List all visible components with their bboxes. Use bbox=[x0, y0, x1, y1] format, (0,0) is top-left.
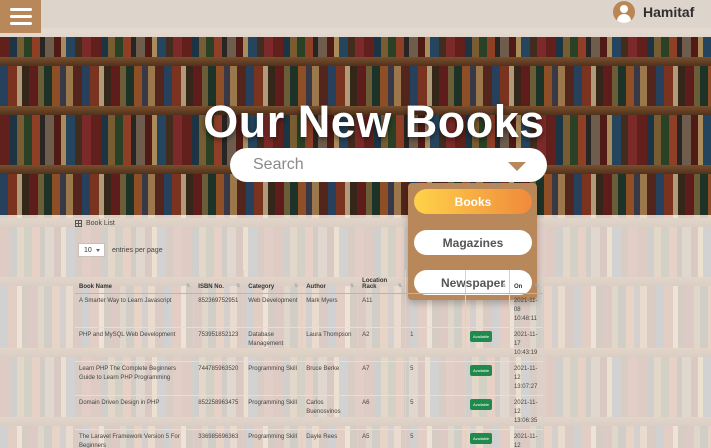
entries-per-page-select[interactable]: 10 bbox=[78, 243, 105, 257]
search-input[interactable]: Search bbox=[230, 148, 547, 182]
table-row[interactable]: A Smarter Way to Learn Javascript 8523697… bbox=[75, 293, 544, 328]
book-list-title: Book List bbox=[86, 220, 115, 227]
cell-date: 2021-11-17 10:43:19 bbox=[509, 327, 544, 362]
cell-rack: A7 bbox=[357, 361, 407, 396]
cell-author: Dayle Rees bbox=[301, 429, 359, 448]
cell-copies bbox=[405, 293, 466, 328]
cell-rack: A6 bbox=[357, 395, 407, 430]
user-avatar-icon bbox=[613, 1, 635, 23]
cell-author: Bruce Berke bbox=[301, 361, 359, 396]
column-isbn[interactable]: ISBN No. ⇅ bbox=[193, 270, 245, 294]
cell-rack: A11 bbox=[357, 293, 407, 328]
column-added-on[interactable]: On ⇅ bbox=[509, 270, 544, 294]
column-book-name[interactable]: Book Name ⇅ bbox=[75, 270, 195, 294]
search-placeholder: Search bbox=[253, 156, 304, 173]
cell-copies: 5 bbox=[405, 429, 466, 448]
cell-category: Programming Skill bbox=[243, 395, 303, 430]
cell-name: PHP and MySQL Web Development bbox=[75, 327, 195, 362]
cell-date: 2021-11-12 13:06:35 bbox=[509, 395, 544, 430]
cell-copies: 5 bbox=[405, 395, 466, 430]
cell-category: Web Development bbox=[243, 293, 303, 328]
dropdown-item-magazines[interactable]: Magazines bbox=[414, 230, 532, 255]
book-list-header: Book List bbox=[75, 220, 115, 227]
cell-category: Programming Skill bbox=[243, 429, 303, 448]
status-badge: Available bbox=[469, 432, 493, 444]
entries-label: entries per page bbox=[112, 246, 163, 254]
page-title: Our New Books bbox=[203, 96, 545, 147]
cell-rack: A2 bbox=[357, 327, 407, 362]
cell-author: Mark Myers bbox=[301, 293, 359, 328]
cell-isbn: 852369752951 bbox=[193, 293, 245, 328]
cell-date: 2021-11-08 10:48:11 bbox=[509, 293, 544, 328]
cell-date: 2021-11-12 13:07:27 bbox=[509, 361, 544, 396]
column-location-rack[interactable]: Location Rack ⇅ bbox=[357, 270, 407, 294]
cell-author: Laura Thompson bbox=[301, 327, 359, 362]
cell-author: Carlos Buenosvinos bbox=[301, 395, 359, 430]
column-author[interactable]: Author ⇅ bbox=[301, 270, 359, 294]
cell-category: Database Management bbox=[243, 327, 303, 362]
cell-isbn: 852258963475 bbox=[193, 395, 245, 430]
cell-category: Programming Skill bbox=[243, 361, 303, 396]
table-icon bbox=[75, 220, 82, 227]
cell-status bbox=[465, 293, 510, 328]
column-category[interactable]: Category ⇅ bbox=[243, 270, 303, 294]
table-row[interactable]: Learn PHP The Complete Beginners Guide t… bbox=[75, 361, 544, 396]
cell-copies: 1 bbox=[405, 327, 466, 362]
cell-name: Domain Driven Design in PHP bbox=[75, 395, 195, 430]
table-row[interactable]: The Laravel Framework Version 5 For Begi… bbox=[75, 429, 544, 448]
cell-name: Learn PHP The Complete Beginners Guide t… bbox=[75, 361, 195, 396]
column-copies[interactable] bbox=[405, 270, 466, 294]
status-badge: Available bbox=[469, 330, 493, 342]
cell-date: 2021-11-12 13:05:56 bbox=[509, 429, 544, 448]
column-status[interactable]: ⇅ bbox=[465, 270, 510, 294]
cell-name: A Smarter Way to Learn Javascript bbox=[75, 293, 195, 328]
user-name: Hamitaf bbox=[643, 4, 695, 20]
cell-isbn: 753951852123 bbox=[193, 327, 245, 362]
cell-status: Available bbox=[465, 327, 510, 362]
cell-isbn: 336985696363 bbox=[193, 429, 245, 448]
user-menu[interactable]: Hamitaf bbox=[613, 1, 694, 23]
status-badge: Available bbox=[469, 364, 493, 376]
chevron-down-icon[interactable] bbox=[508, 162, 526, 171]
dropdown-item-books[interactable]: Books bbox=[414, 189, 532, 214]
cell-rack: A5 bbox=[357, 429, 407, 448]
status-badge: Available bbox=[469, 398, 493, 410]
table-row[interactable]: PHP and MySQL Web Development 75395185212… bbox=[75, 327, 544, 362]
cell-status: Available bbox=[465, 361, 510, 396]
menu-icon[interactable] bbox=[0, 0, 41, 33]
entries-control: 10 entries per page bbox=[78, 243, 163, 257]
cell-copies: 5 bbox=[405, 361, 466, 396]
table-header-row: Book Name ⇅ ISBN No. ⇅ Category ⇅ Author ⇅ L… bbox=[75, 270, 544, 294]
table-row[interactable]: Domain Driven Design in PHP 852258963475 P… bbox=[75, 395, 544, 430]
cell-status: Available bbox=[465, 395, 510, 430]
cell-status: Available bbox=[465, 429, 510, 448]
book-table: Book Name ⇅ ISBN No. ⇅ Category ⇅ Author ⇅ L… bbox=[75, 270, 544, 448]
cell-name: The Laravel Framework Version 5 For Begi… bbox=[75, 429, 195, 448]
cell-isbn: 744785963520 bbox=[193, 361, 245, 396]
